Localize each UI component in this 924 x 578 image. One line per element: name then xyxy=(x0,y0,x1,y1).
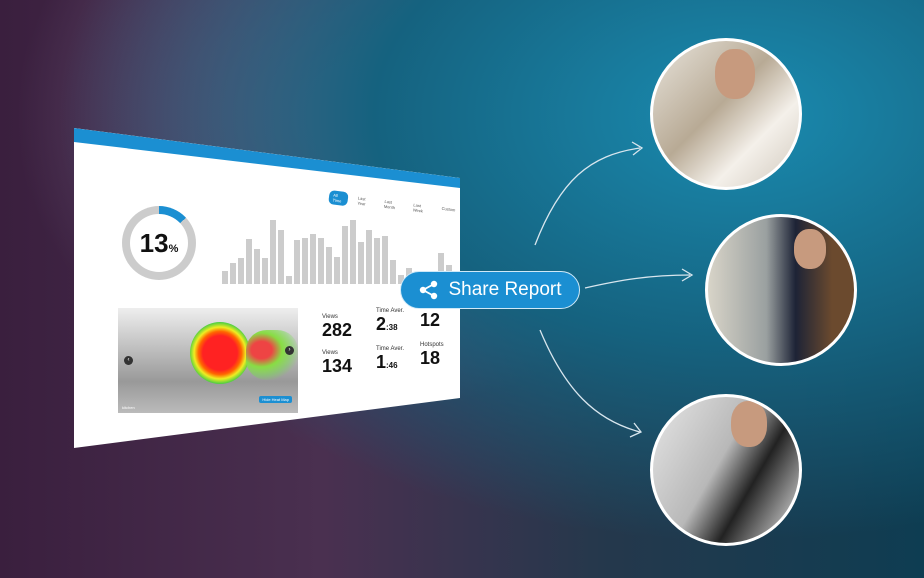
chart-bar xyxy=(286,276,292,284)
share-icon xyxy=(420,280,438,300)
chart-bar xyxy=(366,229,372,284)
chart-bar xyxy=(382,236,388,284)
tab-last-week[interactable]: Last Week xyxy=(408,200,432,217)
share-report-button[interactable]: Share Report xyxy=(400,271,580,309)
tab-last-month[interactable]: Last Month xyxy=(379,196,404,213)
stat-views-1: Views 282 xyxy=(322,314,353,340)
stat-count: 12 xyxy=(420,310,441,330)
heat-spot xyxy=(190,322,250,384)
chart-bar xyxy=(334,257,340,284)
chart-bar xyxy=(302,237,308,284)
share-report-label: Share Report xyxy=(448,279,562,300)
panorama-label: kitchen xyxy=(122,405,135,410)
recipient-tablet-photo xyxy=(650,394,802,546)
panorama-heatmap: ‹ › Hide Heat Map kitchen xyxy=(118,308,298,413)
chart-bar xyxy=(374,237,380,284)
stat-views-2: Views 134 xyxy=(322,350,353,376)
chevron-right-icon[interactable]: › xyxy=(285,346,294,355)
chart-bar xyxy=(262,258,268,284)
percent-ring: 13% xyxy=(122,206,196,280)
chevron-left-icon[interactable]: ‹ xyxy=(124,356,133,365)
chart-bar xyxy=(230,262,236,284)
chart-bar xyxy=(326,246,332,284)
chart-bar xyxy=(318,237,324,284)
chart-bar xyxy=(278,229,284,284)
tab-last-year[interactable]: Last Year xyxy=(353,193,375,209)
chart-bar xyxy=(294,240,300,284)
stat-time-1: Time Aver. 2:38 xyxy=(376,308,405,334)
stat-time-2: Time Aver. 1:46 xyxy=(376,346,405,372)
percent-value: 13% xyxy=(139,227,179,258)
chart-bar xyxy=(270,220,276,284)
heat-spot xyxy=(246,330,298,380)
chart-bar xyxy=(246,239,252,284)
recipient-laptop-photo xyxy=(705,214,857,366)
recipient-phone-photo xyxy=(650,38,802,190)
tab-all-time[interactable]: All Time xyxy=(328,190,349,207)
chart-bar xyxy=(358,241,364,284)
chart-bar xyxy=(350,220,356,284)
stat-hotspots: Hotspots 18 xyxy=(420,342,444,368)
chart-bar xyxy=(342,226,348,284)
chart-bar xyxy=(254,248,260,284)
chart-bar xyxy=(310,234,316,284)
chart-bar xyxy=(222,271,228,284)
chart-bar xyxy=(238,258,244,284)
hide-heatmap-button[interactable]: Hide Heat Map xyxy=(259,396,292,403)
chart-bar xyxy=(390,259,396,284)
